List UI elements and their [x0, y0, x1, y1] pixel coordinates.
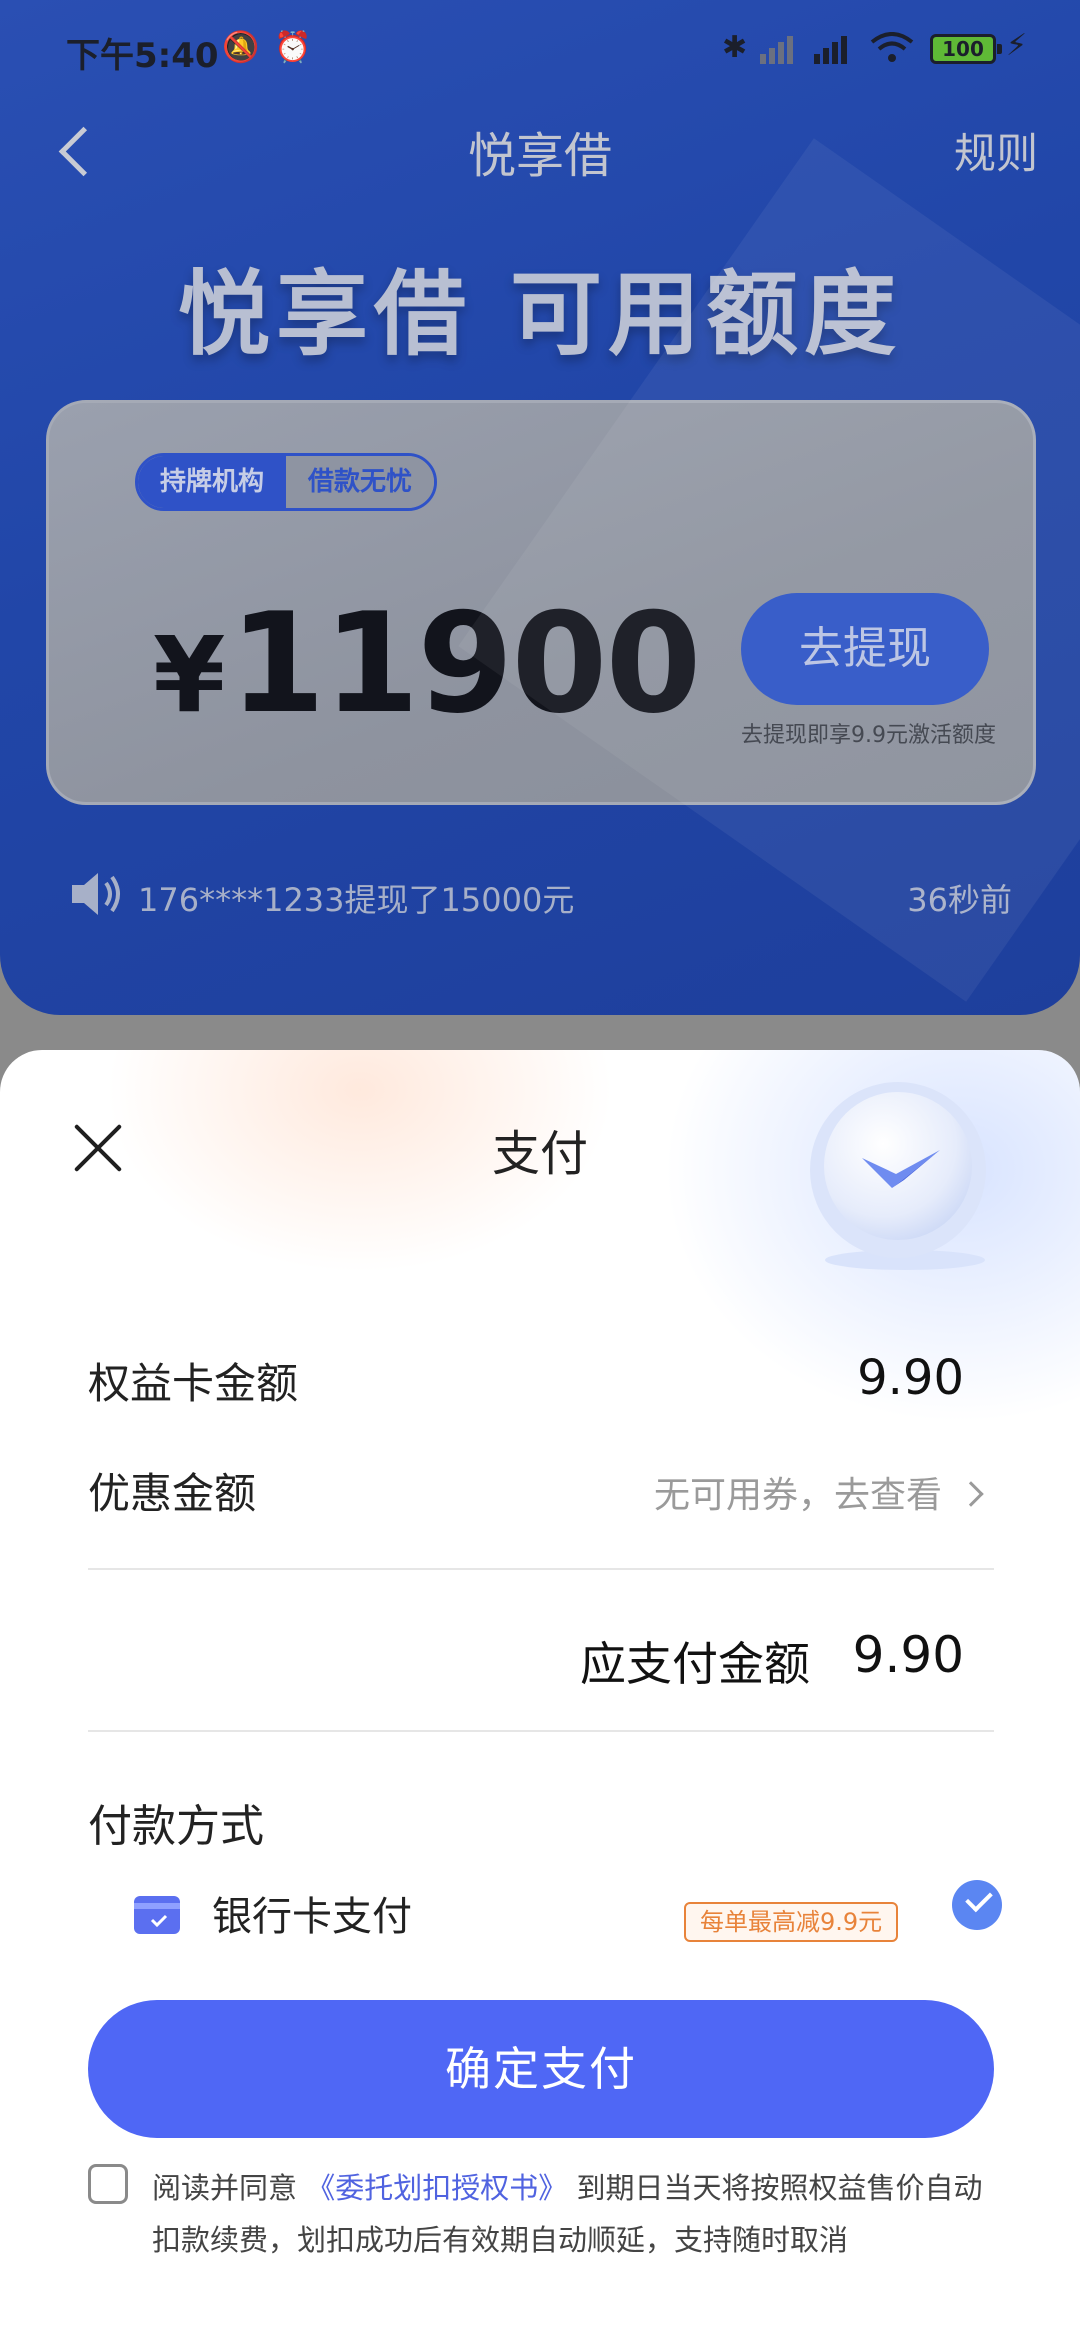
nav-title: 悦享借: [467, 128, 612, 184]
discount-label: 优惠金额: [88, 1469, 257, 1518]
check-badge-icon: [810, 1082, 986, 1270]
tag-group: 持牌机构 借款无忧: [135, 453, 438, 511]
wifi-icon: [870, 32, 914, 62]
promo-badge: 每单最高减9.9元: [684, 1902, 899, 1942]
signal-icon-1: [760, 36, 793, 64]
rules-link[interactable]: 规则: [954, 120, 1038, 181]
currency-symbol: ¥: [153, 614, 225, 736]
available-amount: ¥11900: [153, 583, 701, 744]
hero-heading: 悦享借 可用额度: [177, 261, 903, 368]
divider: [88, 1568, 994, 1570]
nav-bar: 悦享借 规则: [0, 110, 1080, 190]
selected-check-icon[interactable]: [952, 1880, 1002, 1930]
withdraw-ticker: 176****1233提现了15000元 36秒前: [0, 865, 1080, 925]
speaker-icon: [72, 873, 120, 915]
tag-licensed: 持牌机构: [138, 456, 287, 508]
tag-worry-free: 借款无忧: [286, 456, 435, 508]
agreement-prefix: 阅读并同意: [152, 2171, 298, 2205]
discount-selector[interactable]: 无可用券，去查看: [653, 1466, 984, 1518]
card-amount-value: 9.90: [857, 1350, 964, 1406]
card-amount-label: 权益卡金额: [88, 1359, 299, 1408]
signal-icon-2: [814, 36, 847, 64]
ticker-time: 36秒前: [907, 881, 1012, 919]
mute-icon: 🔕: [222, 30, 260, 65]
discount-value: 无可用券，去查看: [653, 1475, 942, 1516]
quota-card: 持牌机构 借款无忧 ¥11900 去提现 去提现即享9.9元激活额度: [46, 400, 1036, 805]
alarm-icon: ⏰: [274, 30, 312, 65]
chevron-right-icon: [958, 1481, 984, 1507]
payment-sheet: 支付 权益卡金额 9.90 优惠金额 无可用券，去查看 应支付金额 9.90 付…: [0, 1050, 1080, 2340]
hero-section: 下午5:40 🔕 ⏰ ✱ 100 ⚡ 悦享借 规则 悦享借 可用额度 持牌机构 …: [0, 0, 1080, 1015]
charging-icon: ⚡: [1006, 28, 1028, 63]
agreement-text: 阅读并同意 《委托划扣授权书》 到期日当天将按照权益售价自动扣款续费，划扣成功后…: [152, 2162, 1002, 2266]
ticker-text: 176****1233提现了15000元: [138, 881, 575, 919]
authorization-link[interactable]: 《委托划扣授权书》: [306, 2171, 567, 2205]
divider: [88, 1730, 994, 1732]
bank-card-option[interactable]: 银行卡支付: [212, 1884, 412, 1942]
background-page: 下午5:40 🔕 ⏰ ✱ 100 ⚡ 悦享借 规则 悦享借 可用额度 持牌机构 …: [0, 0, 1080, 1100]
amount-value: 11900: [229, 583, 701, 744]
agreement-checkbox[interactable]: [88, 2164, 128, 2204]
battery-icon: 100: [930, 34, 1002, 64]
status-time: 下午5:40: [66, 36, 219, 76]
confirm-pay-button[interactable]: 确定支付: [88, 2000, 994, 2138]
payment-method-title: 付款方式: [88, 1801, 264, 1852]
bluetooth-icon: ✱: [722, 30, 748, 65]
withdraw-hint: 去提现即享9.9元激活额度: [741, 723, 996, 748]
payable-label: 应支付金额: [580, 1637, 810, 1691]
bank-card-icon: [134, 1896, 180, 1934]
withdraw-button[interactable]: 去提现: [741, 593, 989, 705]
payable-value: 9.90: [852, 1626, 964, 1684]
status-bar: 下午5:40 🔕 ⏰ ✱ 100 ⚡: [0, 0, 1080, 100]
